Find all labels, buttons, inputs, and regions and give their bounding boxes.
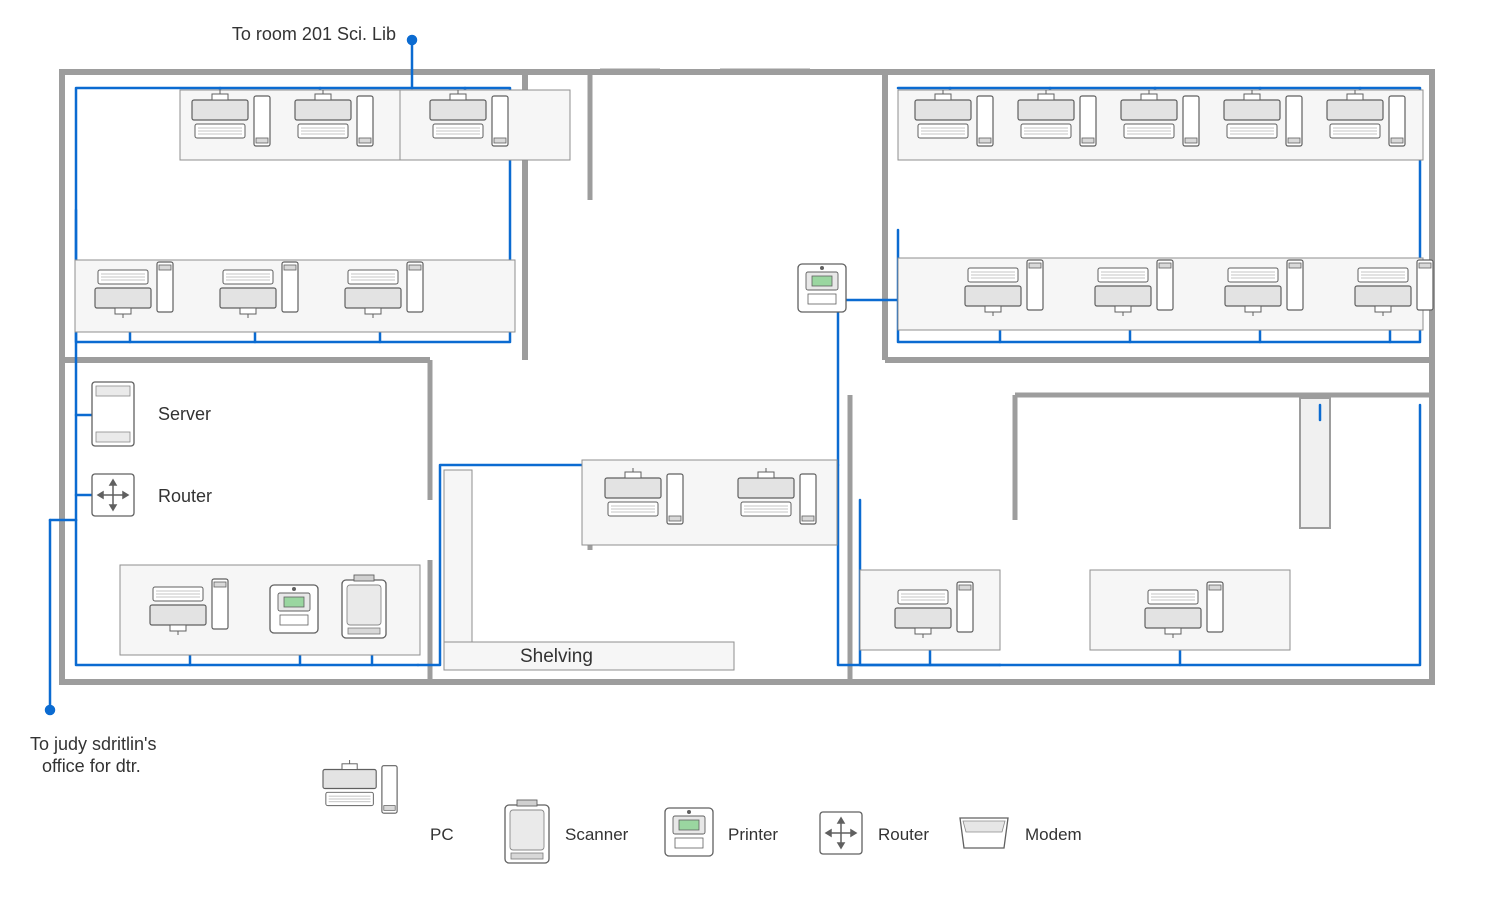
scanner-icon [505, 800, 549, 863]
router-icon [92, 474, 134, 516]
scanner-icon [342, 575, 386, 638]
server-icon [92, 382, 134, 446]
network-floor-plan-diagram: To room 201 Sci. Lib To judy sdritlin's … [0, 0, 1500, 911]
external-link-bottom-label-1: To judy sdritlin's [30, 734, 156, 754]
router-label: Router [158, 486, 212, 506]
printer-icon [270, 585, 318, 633]
printer-icon [665, 808, 713, 856]
external-link-top-label: To room 201 Sci. Lib [232, 24, 396, 44]
legend-scanner-label: Scanner [565, 825, 629, 844]
shelving-label: Shelving [520, 646, 593, 667]
legend-pc-label: PC [430, 825, 454, 844]
router-icon [820, 812, 862, 854]
legend-printer-label: Printer [728, 825, 778, 844]
server-label: Server [158, 404, 211, 424]
furniture-and-equipment [75, 90, 1433, 670]
pc-icon [323, 760, 397, 813]
legend-router-label: Router [878, 825, 929, 844]
legend-modem-label: Modem [1025, 825, 1082, 844]
printer-icon [798, 264, 846, 312]
modem-icon [960, 818, 1008, 848]
legend: PC Scanner Printer Router Modem [323, 760, 1082, 863]
external-link-bottom-label-2: office for dtr. [42, 756, 141, 776]
